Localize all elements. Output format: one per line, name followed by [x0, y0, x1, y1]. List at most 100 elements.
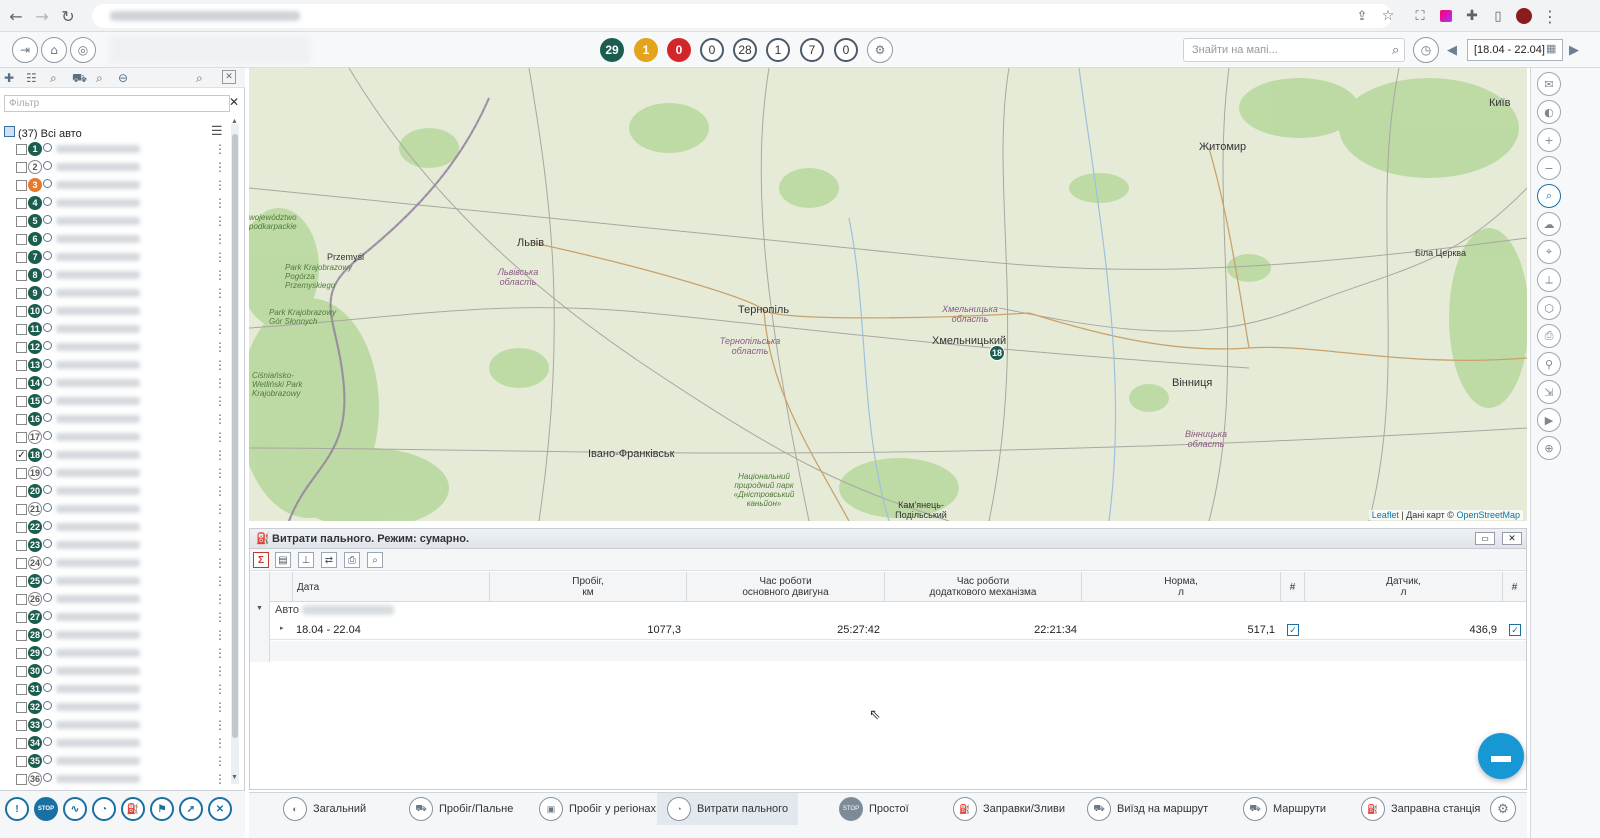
info-icon[interactable]: ! — [5, 797, 29, 821]
locate-icon[interactable] — [43, 629, 52, 638]
locate-icon[interactable] — [43, 251, 52, 260]
layers-icon[interactable]: ◐ — [1537, 100, 1561, 124]
vehicle-row[interactable]: 16 ⋮ — [0, 410, 230, 428]
locate-icon[interactable] — [43, 503, 52, 512]
vehicle-menu-icon[interactable]: ⋮ — [214, 592, 226, 606]
close-toolbar-icon[interactable]: ✕ — [222, 70, 236, 84]
back-icon[interactable]: ← — [6, 6, 26, 26]
tab-9[interactable]: ⛽ Заправна станція — [1351, 793, 1490, 825]
export-excel-icon[interactable]: ⇄ — [321, 552, 337, 568]
tab-6[interactable]: ⛽ Заправки/Зливи — [943, 793, 1075, 825]
forward-icon[interactable]: → — [32, 6, 52, 26]
vehicle-row[interactable]: ✓ 18 ⋮ — [0, 446, 230, 464]
location-icon[interactable]: ⌖ — [1537, 240, 1561, 264]
compass-icon[interactable]: ⊕ — [1537, 436, 1561, 460]
refresh-icon[interactable]: ⊖ — [118, 71, 128, 85]
screen-capture-icon[interactable]: ⛶ — [1410, 6, 1430, 26]
col-norm[interactable]: Норма, л — [1081, 572, 1280, 602]
locate-icon[interactable] — [43, 143, 52, 152]
tab-1[interactable]: ◐ Загальний — [273, 793, 376, 825]
extension-color-icon[interactable] — [1436, 6, 1456, 26]
car-icon[interactable]: ⛟ — [72, 71, 87, 87]
vehicle-menu-icon[interactable]: ⋮ — [214, 412, 226, 426]
bookmark-star-icon[interactable]: ☆ — [1378, 6, 1398, 26]
calendar-icon[interactable]: ▦ — [1546, 42, 1556, 55]
vehicle-row[interactable]: 20 ⋮ — [0, 482, 230, 500]
locate-icon[interactable] — [43, 647, 52, 656]
flag-icon[interactable]: ⚑ — [150, 797, 174, 821]
vehicle-menu-icon[interactable]: ⋮ — [214, 268, 226, 282]
status-counter[interactable]: 28 — [733, 38, 757, 62]
locate-icon[interactable] — [43, 413, 52, 422]
vehicle-menu-icon[interactable]: ⋮ — [214, 556, 226, 570]
vehicle-row[interactable]: 22 ⋮ — [0, 518, 230, 536]
collapse-group-icon[interactable]: ▼ — [256, 605, 263, 612]
vehicle-checkbox[interactable]: ✓ — [16, 450, 27, 461]
vehicle-row[interactable]: 6 ⋮ — [0, 230, 230, 248]
geofence-icon[interactable]: ⚲ — [1537, 352, 1561, 376]
tab-8[interactable]: ⛟ Маршрути — [1233, 793, 1336, 825]
col-mileage[interactable]: Пробіг, км — [489, 572, 686, 602]
vehicle-menu-icon[interactable]: ⋮ — [214, 718, 226, 732]
locate-icon[interactable] — [43, 215, 52, 224]
col-engine-time[interactable]: Час роботи основного двигуна — [686, 572, 884, 602]
list-menu-icon[interactable]: ☰ — [211, 123, 223, 139]
vehicle-menu-icon[interactable]: ⋮ — [214, 610, 226, 624]
route-icon[interactable]: ∿ — [63, 797, 87, 821]
vehicle-menu-icon[interactable]: ⋮ — [214, 484, 226, 498]
prev-period-icon[interactable]: ◀ — [1447, 42, 1457, 58]
vehicle-menu-icon[interactable]: ⋮ — [214, 394, 226, 408]
group-icon[interactable]: ☷ — [26, 71, 37, 85]
fuel-icon[interactable]: ⛽ — [121, 797, 145, 821]
vehicle-row[interactable]: 19 ⋮ — [0, 464, 230, 482]
vehicle-row[interactable]: 12 ⋮ — [0, 338, 230, 356]
vehicle-menu-icon[interactable]: ⋮ — [214, 502, 226, 516]
vehicle-checkbox[interactable] — [16, 702, 27, 713]
col-date[interactable]: Дата — [292, 572, 489, 602]
vehicle-row[interactable]: 25 ⋮ — [0, 572, 230, 590]
vehicle-row[interactable]: 36 ⋮ — [0, 770, 230, 788]
side-panel-icon[interactable]: ▯ — [1488, 6, 1508, 26]
expand-row-icon[interactable]: ▸ — [280, 624, 284, 632]
locate-icon[interactable] — [43, 323, 52, 332]
vehicle-row[interactable]: 29 ⋮ — [0, 644, 230, 662]
vehicle-row[interactable]: 5 ⋮ — [0, 212, 230, 230]
locate-icon[interactable] — [43, 755, 52, 764]
locate-icon[interactable] — [43, 701, 52, 710]
vehicle-menu-icon[interactable]: ⋮ — [214, 232, 226, 246]
logout-icon[interactable]: ⇥ — [12, 37, 38, 63]
vehicle-row[interactable]: 15 ⋮ — [0, 392, 230, 410]
vehicle-menu-icon[interactable]: ⋮ — [214, 160, 226, 174]
vehicle-checkbox[interactable] — [16, 144, 27, 155]
vehicle-menu-icon[interactable]: ⋮ — [214, 700, 226, 714]
vehicle-menu-icon[interactable]: ⋮ — [214, 304, 226, 318]
vehicle-menu-icon[interactable]: ⋮ — [214, 538, 226, 552]
vehicle-marker[interactable]: 18 — [989, 345, 1005, 361]
hierarchy-icon[interactable]: ⊥ — [298, 552, 314, 568]
vehicle-menu-icon[interactable]: ⋮ — [214, 682, 226, 696]
locate-icon[interactable] — [43, 233, 52, 242]
clear-filter-icon[interactable]: ✕ — [229, 95, 239, 109]
scrollbar-thumb[interactable] — [232, 134, 238, 738]
address-bar[interactable] — [92, 4, 1392, 28]
status-counter[interactable]: 29 — [600, 38, 624, 62]
locate-icon[interactable] — [43, 737, 52, 746]
col-sensor[interactable]: Датчик, л — [1304, 572, 1502, 602]
reload-icon[interactable]: ↻ — [58, 6, 78, 26]
zoom-in-icon[interactable]: + — [1537, 128, 1561, 152]
vehicle-checkbox[interactable] — [16, 342, 27, 353]
sum-icon[interactable]: Σ — [253, 552, 269, 568]
vehicle-menu-icon[interactable]: ⋮ — [214, 340, 226, 354]
vehicle-checkbox[interactable] — [16, 270, 27, 281]
area-icon[interactable]: ⬡ — [1537, 296, 1561, 320]
vehicle-checkbox[interactable] — [16, 468, 27, 479]
profile-avatar[interactable] — [1514, 6, 1534, 26]
status-counter[interactable]: 7 — [800, 38, 824, 62]
vehicle-menu-icon[interactable]: ⋮ — [214, 376, 226, 390]
vehicle-row[interactable]: 11 ⋮ — [0, 320, 230, 338]
status-counter[interactable]: 0 — [834, 38, 858, 62]
vehicle-menu-icon[interactable]: ⋮ — [214, 142, 226, 156]
share-icon[interactable]: ⇪ — [1352, 6, 1372, 26]
search-icon[interactable]: ⌕ — [1392, 42, 1399, 58]
vehicle-row[interactable]: 9 ⋮ — [0, 284, 230, 302]
